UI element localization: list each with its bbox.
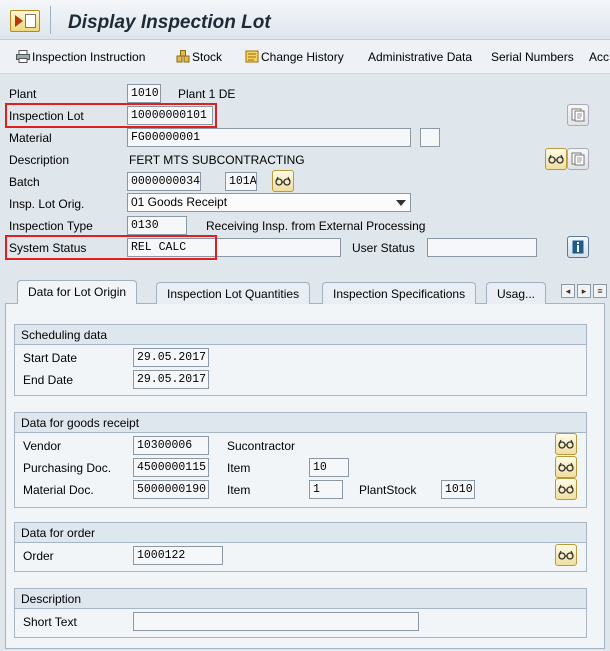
plant-label: Plant <box>9 87 37 101</box>
glasses-icon[interactable] <box>555 544 577 566</box>
glasses-icon[interactable] <box>545 148 567 170</box>
short-text-field[interactable] <box>133 612 419 631</box>
vendor-label: Vendor <box>23 439 62 453</box>
start-date-field[interactable]: 29.05.2017 <box>133 348 209 367</box>
stock-icon <box>176 50 190 63</box>
display-icon[interactable] <box>567 104 589 126</box>
printer-icon <box>16 50 30 63</box>
inspection-instruction-button[interactable]: Inspection Instruction <box>16 50 145 64</box>
stock-button[interactable]: Stock <box>176 50 222 64</box>
page-title: Display Inspection Lot <box>68 12 271 33</box>
application-toolbar: Inspection Instruction Stock Change Hist… <box>0 40 610 74</box>
material-label: Material <box>9 131 52 145</box>
insp-lot-origin-dropdown[interactable]: 01 Goods Receipt <box>127 193 411 212</box>
batch-label: Batch <box>9 175 40 189</box>
description-label: Description <box>9 153 70 167</box>
scheduling-group: Scheduling data <box>14 324 587 396</box>
info-icon[interactable] <box>567 236 589 258</box>
material-doc-field[interactable]: 5000000190 <box>133 480 209 499</box>
batch-field[interactable]: 0000000034 <box>127 172 201 191</box>
batch-extra-field: 101A <box>225 172 257 191</box>
administrative-data-button[interactable]: Administrative Data <box>368 50 472 64</box>
po-item-field[interactable]: 10 <box>309 458 349 477</box>
order-label: Order <box>23 549 54 563</box>
change-history-button[interactable]: Change History <box>245 50 344 64</box>
display-icon[interactable] <box>567 148 589 170</box>
tab-inspection-specifications[interactable]: Inspection Specifications <box>322 282 477 304</box>
material-doc-label: Material Doc. <box>23 483 94 497</box>
material-field[interactable]: FG00000001 <box>127 128 411 147</box>
title-bar: Display Inspection Lot <box>0 0 610 40</box>
toolbar-overflow-button[interactable]: Acc <box>589 50 609 64</box>
description-value: FERT MTS SUBCONTRACTING <box>129 153 305 167</box>
end-date-label: End Date <box>23 373 74 387</box>
vendor-field[interactable]: 10300006 <box>133 436 209 455</box>
vendor-description: Sucontractor <box>227 439 296 453</box>
end-date-field[interactable]: 29.05.2017 <box>133 370 209 389</box>
user-status-field[interactable] <box>427 238 537 257</box>
plant-description: Plant 1 DE <box>178 87 236 101</box>
highlight-inspection-lot <box>5 103 217 128</box>
tab-list-icon[interactable]: ≡ <box>593 284 607 298</box>
matdoc-item-field[interactable]: 1 <box>309 480 343 499</box>
user-status-label: User Status <box>352 241 415 255</box>
plant-field: 1010 <box>127 84 161 103</box>
glasses-icon[interactable] <box>555 456 577 478</box>
highlight-system-status <box>5 235 217 260</box>
order-field[interactable]: 1000122 <box>133 546 223 565</box>
menu-exit-icon[interactable] <box>10 10 40 32</box>
glasses-icon[interactable] <box>555 433 577 455</box>
goods-receipt-group-title: Data for goods receipt <box>15 413 586 433</box>
short-text-label: Short Text <box>23 615 77 629</box>
scheduling-group-title: Scheduling data <box>15 325 586 345</box>
order-group-title: Data for order <box>15 523 586 543</box>
tab-data-for-lot-origin[interactable]: Data for Lot Origin <box>17 280 138 304</box>
po-item-label: Item <box>227 461 251 475</box>
change-history-icon <box>245 50 259 63</box>
material-extra-field <box>420 128 440 147</box>
purchasing-doc-label: Purchasing Doc. <box>23 461 112 475</box>
serial-numbers-button[interactable]: Serial Numbers <box>491 50 574 64</box>
glasses-icon[interactable] <box>272 170 294 192</box>
chevron-down-icon <box>396 200 406 206</box>
inspection-type-field[interactable]: 0130 <box>127 216 187 235</box>
tab-usage[interactable]: Usag... <box>486 282 547 304</box>
title-separator <box>50 6 51 34</box>
tab-scroll-left-icon[interactable]: ◂ <box>561 284 575 298</box>
description-group-title: Description <box>15 589 586 609</box>
order-group: Data for order <box>14 522 587 572</box>
matdoc-item-label: Item <box>227 483 251 497</box>
inspection-type-description: Receiving Insp. from External Processing <box>206 219 426 233</box>
plantstock-field[interactable]: 1010 <box>441 480 475 499</box>
plantstock-label: PlantStock <box>359 483 417 497</box>
tab-scroll-right-icon[interactable]: ▸ <box>577 284 591 298</box>
purchasing-doc-field[interactable]: 4500000115 <box>133 458 209 477</box>
start-date-label: Start Date <box>23 351 78 365</box>
tab-inspection-lot-quantities[interactable]: Inspection Lot Quantities <box>156 282 311 304</box>
glasses-icon[interactable] <box>555 478 577 500</box>
goods-receipt-group: Data for goods receipt <box>14 412 587 508</box>
inspection-type-label: Inspection Type <box>9 219 93 233</box>
insp-lot-origin-label: Insp. Lot Orig. <box>9 197 85 211</box>
